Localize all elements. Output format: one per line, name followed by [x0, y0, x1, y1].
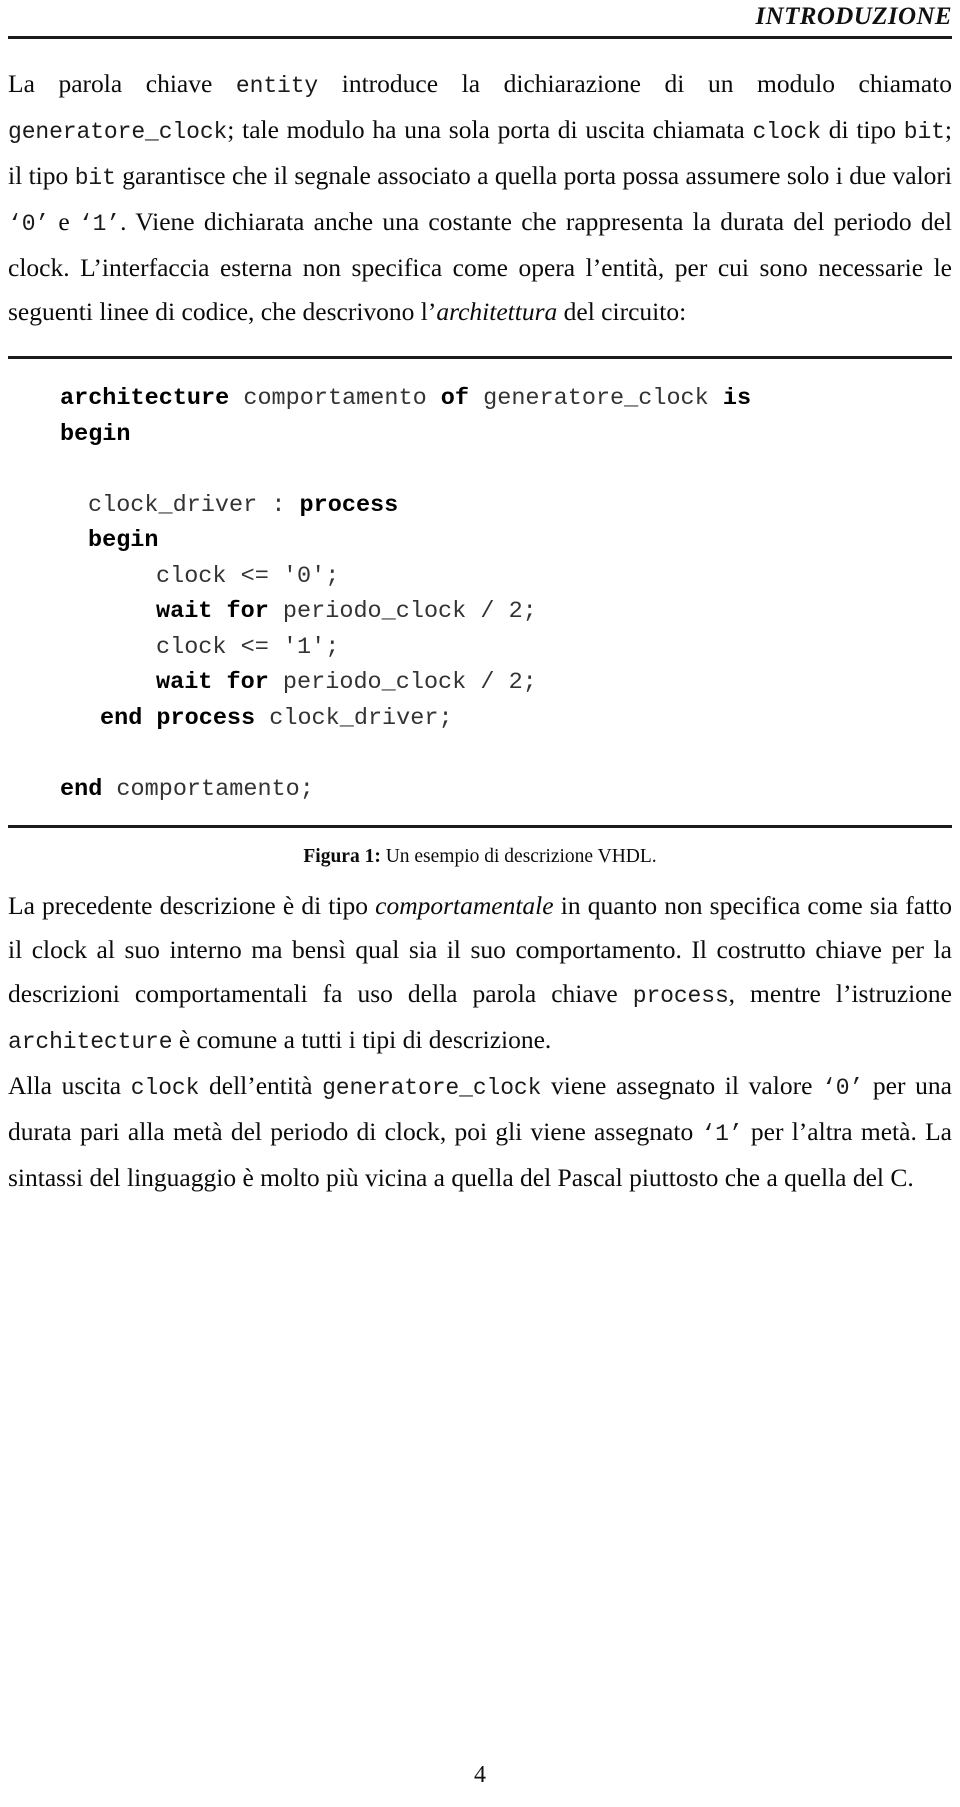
document-page: INTRODUZIONE La parola chiave entity int… [0, 0, 960, 1807]
figure-caption: Figura 1: Un esempio di descrizione VHDL… [8, 828, 952, 870]
code-identifier: periodo_clock / 2; [268, 598, 537, 625]
code-keyword: process [299, 491, 399, 519]
code-line: wait for periodo_clock / 2; [8, 594, 952, 630]
code-line: begin [8, 523, 952, 559]
paragraph-intro: La parola chiave entity introduce la dic… [8, 62, 952, 334]
body-text: del circuito: [557, 297, 687, 326]
figure-caption-text: Un esempio di descrizione VHDL. [380, 846, 657, 867]
code-identifier: clock_driver; [255, 704, 453, 732]
running-header: INTRODUZIONE [755, 3, 952, 30]
code-line: clock <= '1'; [8, 630, 952, 666]
body-text: , mentre l’istruzione [728, 979, 952, 1008]
code-keyword: begin [88, 527, 159, 554]
inline-code: ‘1’ [701, 1121, 743, 1147]
inline-code: clock [752, 119, 821, 145]
body-text: dell’entità [199, 1071, 323, 1100]
code-identifier: generatore_clock [483, 385, 709, 412]
figure-caption-label: Figura 1: [303, 846, 381, 867]
body-text: Alla uscita [8, 1071, 131, 1100]
inline-code: bit [903, 119, 945, 145]
inline-code: process [632, 983, 729, 1009]
inline-code: bit [74, 165, 116, 191]
body-text: La parola chiave [8, 69, 236, 98]
code-keyword: is [722, 385, 752, 412]
code-identifier: comportamento [243, 385, 427, 412]
paragraph-behavioral: La precedente descrizione è di tipo comp… [8, 884, 952, 1064]
code-identifier: : [257, 491, 300, 519]
code-line: end process clock_driver; [8, 701, 952, 737]
code-line: begin [8, 417, 952, 453]
code-identifier [427, 385, 441, 412]
code-identifier: periodo_clock / 2; [268, 669, 537, 696]
code-identifier [709, 385, 723, 412]
body-text: è comune a tutti i tipi di descrizione. [172, 1025, 552, 1054]
body-text: garantisce che il segnale associato a qu… [115, 161, 952, 190]
inline-code: ‘0’ [8, 211, 50, 237]
code-line: clock <= '0'; [8, 559, 952, 595]
body-text: introduce la dichiarazione di un modulo … [318, 69, 953, 98]
body-text: e [49, 207, 79, 236]
inline-code: entity [235, 73, 319, 99]
code-identifier [469, 385, 483, 412]
inline-code: ‘1’ [78, 211, 121, 237]
inline-code: clock [130, 1075, 200, 1101]
vhdl-code-block: architecture comportamento of generatore… [8, 359, 952, 825]
figure-vhdl-example: architecture comportamento of generatore… [8, 356, 952, 870]
body-text: di tipo [820, 115, 904, 144]
paragraph-clock-output: Alla uscita clock dell’entità generatore… [8, 1064, 952, 1200]
code-line: wait for periodo_clock / 2; [8, 665, 952, 701]
code-identifier: clock <= '0'; [156, 562, 340, 590]
code-line: architecture comportamento of generatore… [8, 381, 952, 417]
body-text: viene assegnato il valore [541, 1071, 823, 1100]
code-keyword: begin [60, 420, 131, 448]
header-rule [8, 36, 952, 39]
inline-code: architecture [8, 1029, 173, 1055]
code-keyword: architecture [60, 385, 230, 412]
code-keyword: of [440, 385, 470, 412]
inline-code: generatore_clock [322, 1075, 542, 1101]
inline-code: ‘0’ [822, 1075, 864, 1101]
emphasis-text: architettura [436, 297, 558, 326]
body-text: ; tale modulo ha una sola porta di uscit… [227, 115, 753, 144]
code-identifier: clock_driver [88, 491, 258, 519]
page-number: 4 [474, 1762, 486, 1788]
code-keyword: end [60, 775, 103, 803]
inline-code: generatore_clock [8, 119, 228, 145]
code-keyword: wait for [156, 669, 269, 696]
emphasis-text: comportamentale [375, 891, 554, 920]
page-content: La parola chiave entity introduce la dic… [8, 62, 952, 1200]
code-identifier [229, 385, 243, 412]
code-identifier: comportamento; [102, 775, 314, 803]
code-keyword: end process [100, 704, 256, 732]
code-identifier: clock <= '1'; [156, 633, 340, 661]
code-keyword: wait for [156, 598, 269, 625]
code-line: end comportamento; [8, 772, 952, 808]
body-text: La precedente descrizione è di tipo [8, 891, 376, 920]
code-line: clock_driver : process [8, 488, 952, 524]
